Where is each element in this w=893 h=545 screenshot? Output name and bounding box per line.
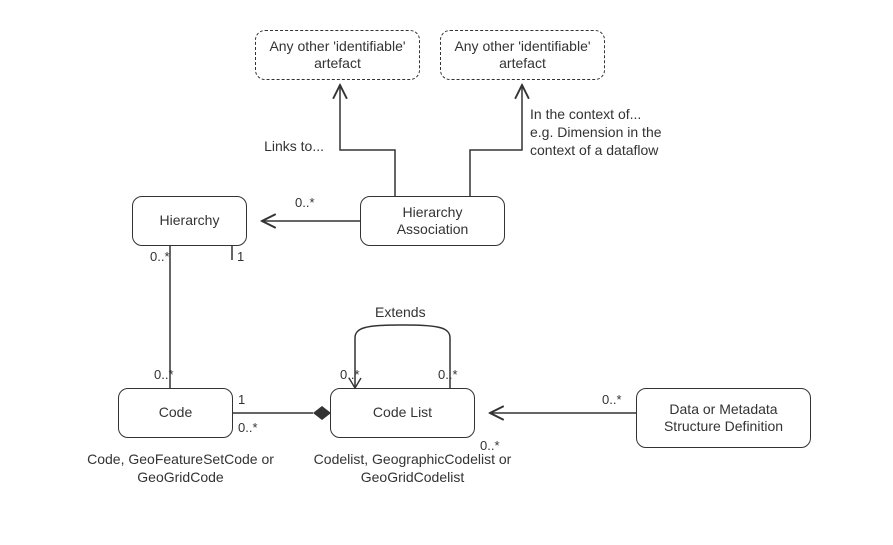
extends-label: Extends [375, 303, 426, 321]
links-to-label: Links to... [244, 137, 324, 155]
artefact-note-2-text: Any other 'identifiable' artefact [449, 38, 596, 73]
mult-extends-left: 0..* [340, 367, 360, 384]
artefact-note-1-text: Any other 'identifiable' artefact [264, 38, 411, 73]
hierarchy-node: Hierarchy [132, 196, 247, 246]
structure-definition-node-text: Data or Metadata Structure Definition [645, 401, 802, 436]
codelist-caption: Codelist, GeographicCodelist or GeoGridC… [300, 450, 525, 486]
mult-code-top: 0..* [154, 367, 174, 384]
code-node: Code [118, 388, 233, 438]
mult-hierarchy-top: 0..* [150, 249, 170, 266]
mult-codelist-right: 0..* [480, 438, 500, 455]
mult-structdef-left: 0..* [602, 392, 622, 409]
mult-code-one: 1 [238, 392, 245, 409]
code-caption: Code, GeoFeatureSetCode or GeoGridCode [78, 450, 283, 486]
hierarchy-association-node: Hierarchy Association [360, 196, 505, 246]
hierarchy-node-text: Hierarchy [160, 212, 220, 230]
context-note-label: In the context of... e.g. Dimension in t… [530, 105, 705, 160]
codelist-node-text: Code List [373, 404, 432, 422]
mult-hierarchy-one: 1 [237, 249, 244, 266]
artefact-note-1: Any other 'identifiable' artefact [255, 30, 420, 80]
mult-extends-right: 0..* [438, 367, 458, 384]
structure-definition-node: Data or Metadata Structure Definition [636, 388, 811, 448]
hierarchy-association-node-text: Hierarchy Association [369, 204, 496, 239]
mult-code-many: 0..* [238, 420, 258, 437]
codelist-node: Code List [330, 388, 475, 438]
code-node-text: Code [159, 404, 192, 422]
artefact-note-2: Any other 'identifiable' artefact [440, 30, 605, 80]
mult-assoc-hier: 0..* [295, 195, 315, 212]
